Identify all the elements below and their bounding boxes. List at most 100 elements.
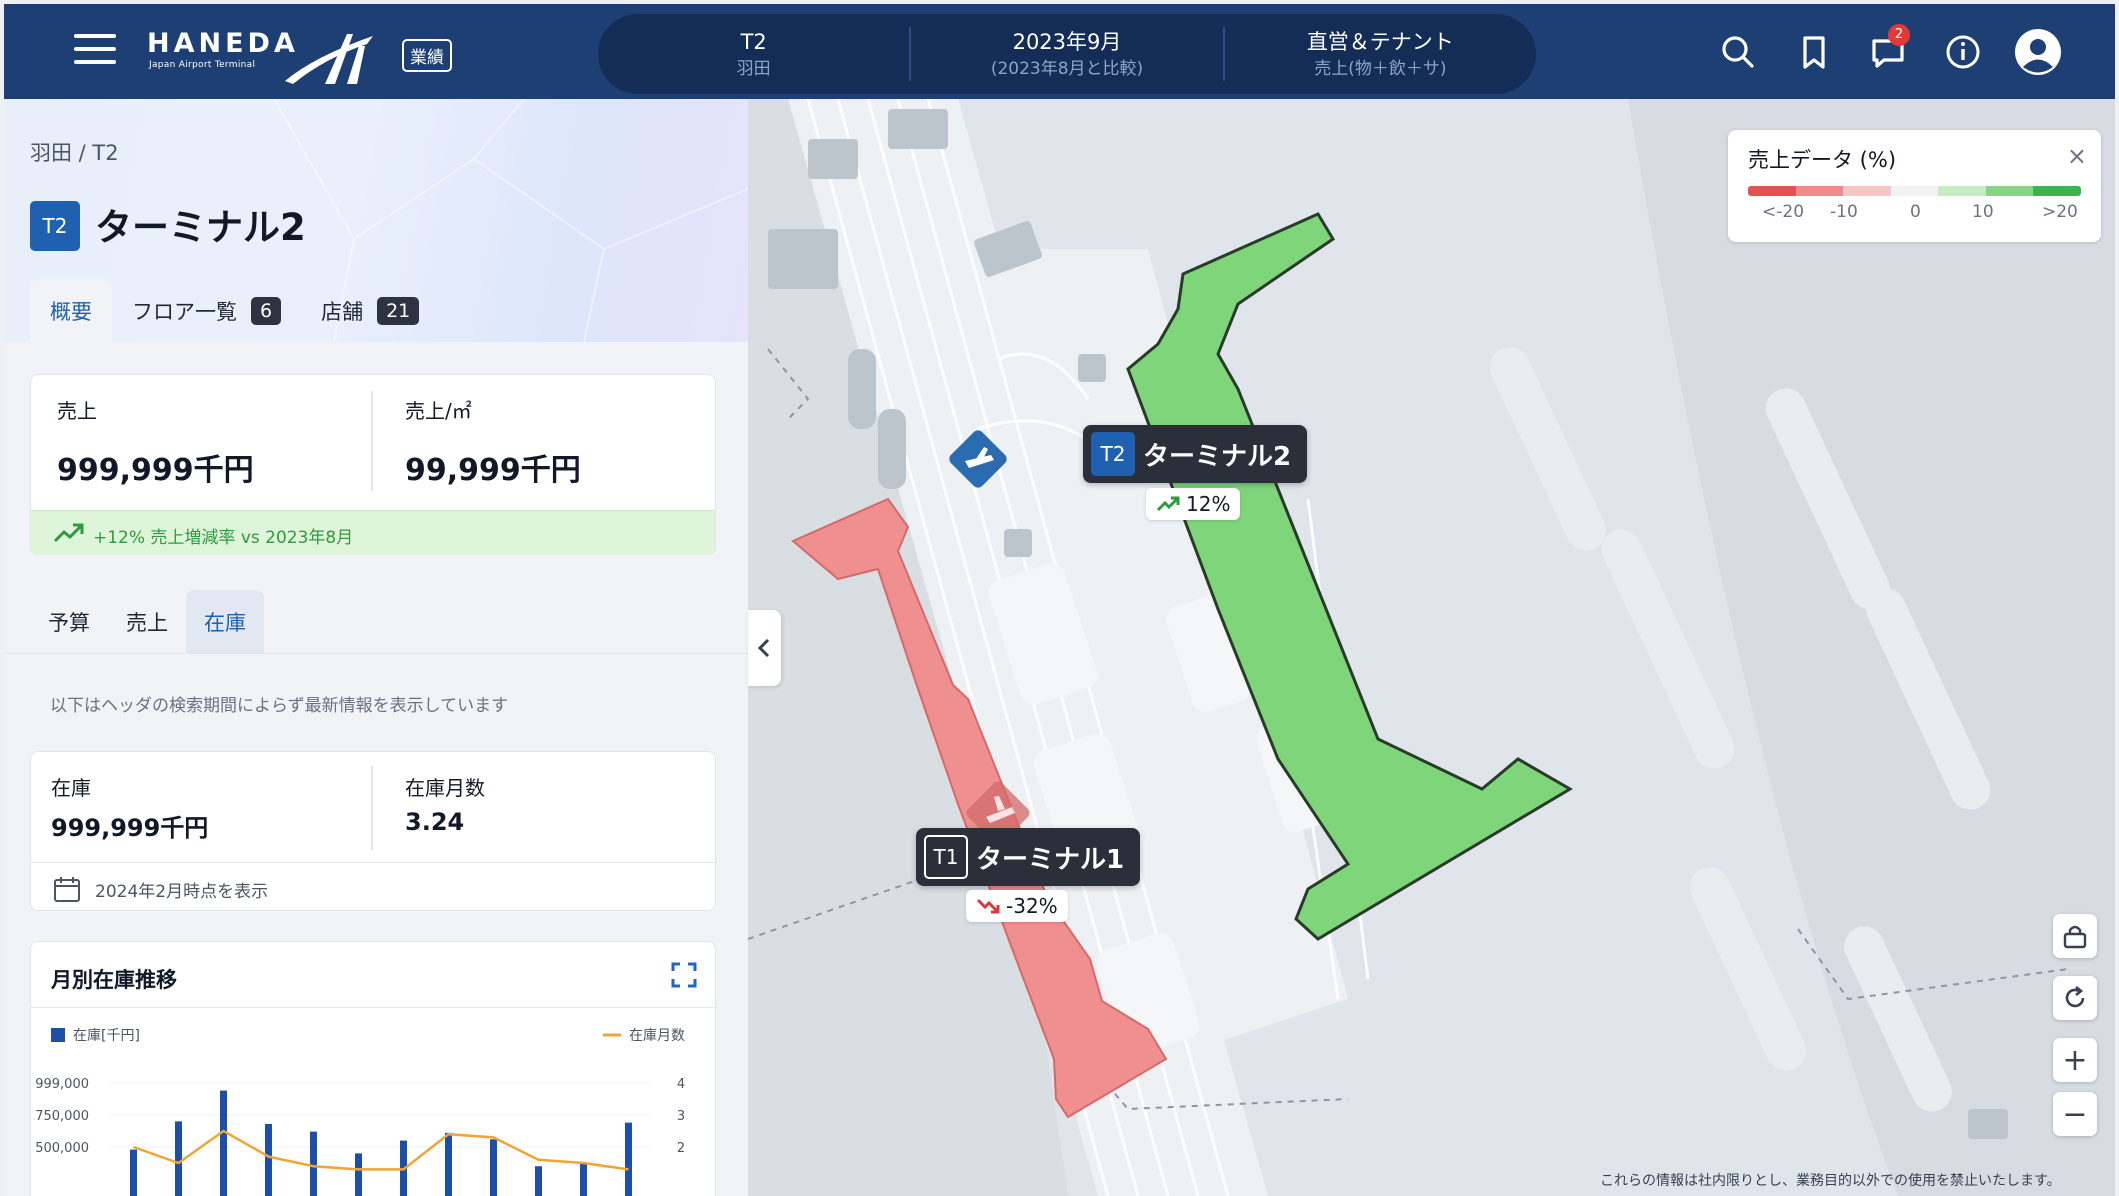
detail-tabs: 概要 フロア一覧 6 店舗 21 [30, 279, 439, 342]
legend-months: 在庫月数 [629, 1027, 685, 1044]
y-tick-left: 999,000 [35, 1077, 89, 1092]
legend-color-segment [1985, 186, 2034, 196]
user-icon[interactable] [2014, 28, 2062, 76]
legend-tick: -10 [1830, 202, 1858, 222]
legend-color-segment [1938, 186, 1986, 196]
legend-title: 売上データ (%) [1748, 148, 1897, 172]
legend-color-segment [1890, 186, 1939, 196]
sales-legend: 売上データ (%) × <-20 -10 0 10 >20 [1728, 130, 2101, 242]
terminal-selector-sub: 羽田 [736, 59, 771, 79]
logo-subtext: Japan Airport Terminal [149, 60, 256, 70]
divider [371, 391, 373, 491]
inventory-bar [355, 1153, 362, 1196]
inventory-bar [310, 1131, 317, 1196]
refresh-icon [2065, 985, 2085, 1008]
growth-banner: +12% 売上増減率 vs 2023年8月 [31, 510, 715, 555]
breadcrumb[interactable]: 羽田 / T2 [30, 137, 119, 167]
logo-text: HANEDA [147, 28, 299, 59]
terminal-detail-panel: 羽田 / T2 T2 ターミナル2 概要 フロア一覧 6 店舗 21 売上 999,… [4, 99, 748, 1196]
tab-stores-label: 店舗 [321, 299, 364, 324]
mode-badge: 業績 [402, 39, 452, 72]
legend-tick: <-20 [1762, 202, 1805, 222]
trend-up-icon [53, 523, 84, 543]
period-selector-title: 2023年9月 [1012, 30, 1122, 54]
zoom-out-button[interactable]: − [2053, 1092, 2097, 1136]
store-count-badge: 21 [377, 296, 420, 325]
as-of-text: 2024年2月時点を表示 [95, 882, 269, 902]
tab-floors-label: フロア一覧 [132, 299, 237, 324]
map-canvas [748, 99, 2115, 1196]
inventory-bar [175, 1121, 182, 1196]
haneda-logo[interactable]: HANEDA Japan Airport Terminal [147, 26, 387, 86]
months-line [133, 1129, 629, 1171]
logo-mark-icon [285, 34, 373, 84]
calendar-icon [54, 877, 80, 902]
inventory-value: 999,999千円 [51, 814, 209, 842]
notification-badge: 2 [1888, 24, 1910, 46]
inventory-bar [265, 1123, 272, 1196]
t2-code: T2 [1091, 432, 1135, 476]
disclaimer: これらの情報は社内限りとし、業務目的以外での使用を禁止いたします。 [1600, 1173, 2061, 1189]
tab-overview[interactable]: 概要 [30, 279, 112, 342]
legend-color-segment [2033, 186, 2081, 196]
search-icon[interactable] [1718, 32, 1758, 72]
tab-floors[interactable]: フロア一覧 6 [112, 279, 301, 342]
legend-color-segment [1795, 186, 1844, 196]
metric-tabs: 予算 売上 在庫 [30, 590, 264, 653]
t1-change: -32% [966, 890, 1068, 922]
sales-label: 売上 [57, 399, 97, 423]
tab-inventory[interactable]: 在庫 [186, 590, 264, 653]
terminal-code-badge: T2 [30, 201, 80, 251]
store-type-selector-title: 直営＆テナント [1306, 30, 1454, 54]
store-type-selector-sub: 売上(物＋飲＋サ) [1314, 59, 1447, 79]
store-type-selector[interactable]: 直営＆テナント 売上(物＋飲＋サ) [1225, 27, 1536, 81]
bookmark-icon[interactable] [1794, 32, 1834, 72]
tab-budget[interactable]: 予算 [30, 590, 108, 653]
inventory-card: 在庫 999,999千円 在庫月数 3.24 2024年2月時点を表示 [30, 751, 716, 911]
airport-map[interactable]: T2 ターミナル2 12% T1 ターミナル1 -32% [748, 99, 2115, 1196]
sales-per-area-value: 99,999千円 [405, 453, 581, 488]
close-icon[interactable]: × [2067, 142, 2087, 170]
terminal-selector[interactable]: T2 羽田 [598, 27, 909, 81]
lock-icon [2063, 925, 2087, 949]
legend-color-segment [1748, 186, 1796, 196]
terminal-1-label[interactable]: T1 ターミナル1 [916, 828, 1141, 886]
tab-stores[interactable]: 店舗 21 [301, 279, 439, 342]
refresh-button[interactable] [2053, 976, 2097, 1020]
legend-color-scale [1748, 186, 2081, 196]
expand-icon[interactable] [671, 962, 697, 988]
page-title: ターミナル2 [95, 206, 306, 249]
t2-change: 12% [1146, 488, 1241, 520]
inventory-bar [625, 1122, 632, 1196]
inventory-note: 以下はヘッダの検索期間によらず最新情報を表示しています [50, 696, 509, 716]
t2-name: ターミナル2 [1143, 441, 1292, 472]
y-tick-left: 750,000 [35, 1109, 89, 1124]
menu-icon[interactable] [74, 34, 116, 68]
inventory-bar [535, 1166, 542, 1196]
t1-name: ターミナル1 [976, 844, 1125, 875]
period-selector[interactable]: 2023年9月 (2023年8月と比較) [911, 27, 1222, 81]
context-selector: T2 羽田 2023年9月 (2023年8月と比較) 直営＆テナント 売上(物＋… [598, 14, 1536, 94]
inventory-label: 在庫 [51, 776, 91, 800]
sales-value: 999,999千円 [57, 453, 254, 488]
as-of-footer: 2024年2月時点を表示 [31, 862, 715, 912]
inventory-bar [445, 1132, 452, 1196]
inventory-bar [580, 1162, 587, 1196]
inventory-bar [490, 1139, 497, 1196]
floor-count-badge: 6 [251, 296, 282, 325]
y-tick-right: 3 [677, 1109, 685, 1124]
tab-sales[interactable]: 売上 [108, 590, 186, 653]
lock-button[interactable] [2053, 914, 2097, 958]
chart-title: 月別在庫推移 [51, 968, 177, 992]
trend-up-icon [1156, 496, 1180, 512]
legend-color-segment [1843, 186, 1891, 196]
legend-inventory: 在庫[千円] [73, 1027, 140, 1044]
collapse-panel-button[interactable] [748, 610, 781, 686]
legend-tick: >20 [2042, 202, 2078, 222]
terminal-selector-title: T2 [740, 30, 767, 54]
y-tick-right: 2 [677, 1141, 685, 1156]
t1-code: T1 [924, 835, 968, 879]
zoom-in-button[interactable]: + [2053, 1038, 2097, 1082]
terminal-2-label[interactable]: T2 ターミナル2 [1083, 425, 1308, 483]
info-icon[interactable] [1943, 32, 1983, 72]
